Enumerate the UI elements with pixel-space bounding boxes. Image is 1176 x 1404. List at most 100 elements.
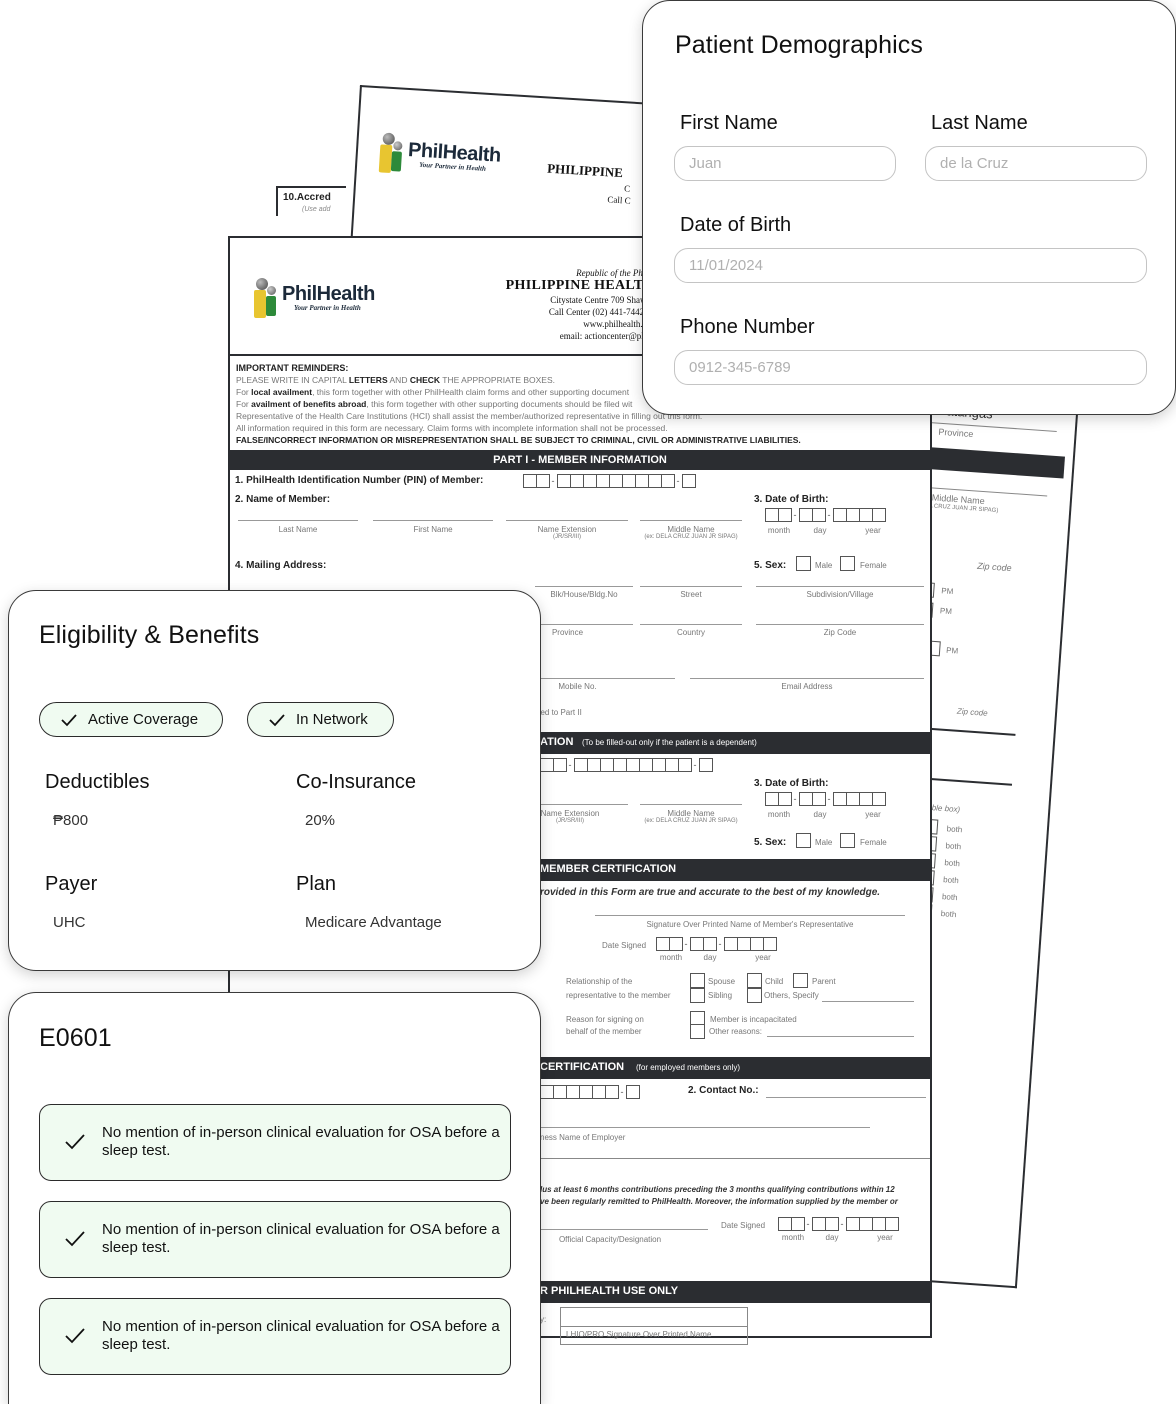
female-checkbox[interactable]: [840, 833, 855, 848]
form-digit-box[interactable]: [639, 758, 653, 772]
form-digit-box[interactable]: [846, 792, 860, 806]
male-checkbox[interactable]: [796, 833, 811, 848]
form-digit-box[interactable]: [833, 508, 847, 522]
dob-boxes[interactable]: --: [765, 792, 886, 806]
caption-year: year: [865, 810, 881, 819]
male-checkbox[interactable]: [796, 556, 811, 571]
form-digit-box[interactable]: [540, 758, 554, 772]
form-digit-box[interactable]: [846, 1217, 860, 1231]
last-name-input[interactable]: [925, 146, 1147, 181]
dob-boxes[interactable]: --: [765, 508, 886, 522]
form-digit-box[interactable]: [583, 474, 597, 488]
spouse-checkbox[interactable]: [690, 973, 705, 988]
form-digit-box[interactable]: [592, 1085, 606, 1099]
form-digit-box[interactable]: [778, 792, 792, 806]
other-reasons-checkbox[interactable]: [690, 1024, 705, 1039]
child-checkbox[interactable]: [747, 973, 762, 988]
form-digit-box[interactable]: [682, 474, 696, 488]
form-digit-box[interactable]: [765, 508, 779, 522]
form-digit-box[interactable]: [812, 1217, 826, 1231]
finding-text: No mention of in-person clinical evaluat…: [102, 1318, 500, 1353]
form-digit-box[interactable]: [523, 474, 537, 488]
coinsurance-value: 20%: [305, 812, 336, 829]
form-digit-box[interactable]: [799, 792, 813, 806]
lhio-signature-box[interactable]: LHIO/PRO Signature Over Printed Name: [560, 1307, 748, 1345]
form-digit-box[interactable]: [566, 1085, 580, 1099]
form-digit-box[interactable]: [859, 792, 873, 806]
form-digit-box[interactable]: [626, 758, 640, 772]
finding-text: No mention of in-person clinical evaluat…: [102, 1221, 500, 1256]
form-digit-box[interactable]: [540, 1085, 554, 1099]
form-digit-box[interactable]: [763, 937, 777, 951]
form-digit-box[interactable]: [626, 1085, 640, 1099]
form-digit-box[interactable]: [778, 1217, 792, 1231]
form-digit-box[interactable]: [812, 508, 826, 522]
sibling-label: Sibling: [708, 991, 733, 1000]
parent-checkbox[interactable]: [793, 973, 808, 988]
employer-certification-text: ve been regularly remitted to PhilHealth…: [540, 1197, 898, 1206]
form-digit-box[interactable]: [652, 758, 666, 772]
form-digit-box[interactable]: [600, 758, 614, 772]
form-digit-box[interactable]: [812, 792, 826, 806]
form-digit-box[interactable]: [859, 508, 873, 522]
form-digit-box[interactable]: [778, 508, 792, 522]
pin-boxes[interactable]: --: [523, 474, 696, 488]
form-digit-box[interactable]: [587, 758, 601, 772]
form-digit-box[interactable]: [596, 474, 610, 488]
form-digit-box[interactable]: [690, 937, 704, 951]
form-digit-box[interactable]: [609, 474, 623, 488]
form-digit-box[interactable]: [791, 1217, 805, 1231]
philhealth-logo-icon: [378, 132, 405, 174]
female-checkbox[interactable]: [840, 556, 855, 571]
form-digit-box[interactable]: [699, 758, 713, 772]
form-digit-box[interactable]: [648, 474, 662, 488]
dob-label: 3. Date of Birth:: [754, 494, 829, 505]
form-digit-box[interactable]: [799, 508, 813, 522]
form-digit-box[interactable]: [536, 474, 550, 488]
form-digit-box[interactable]: [872, 792, 886, 806]
dash-separator: -: [568, 760, 572, 770]
form-digit-box[interactable]: [833, 792, 847, 806]
form-digit-box[interactable]: [885, 1217, 899, 1231]
form-digit-box[interactable]: [724, 937, 738, 951]
spouse-label: Spouse: [708, 977, 736, 986]
female-label: Female: [860, 838, 887, 847]
first-name-input[interactable]: [674, 146, 896, 181]
dob-input[interactable]: [674, 248, 1147, 283]
form-digit-box[interactable]: [557, 474, 571, 488]
form-digit-box[interactable]: [656, 937, 670, 951]
form-digit-box[interactable]: [872, 1217, 886, 1231]
form-digit-box[interactable]: [669, 937, 683, 951]
form-digit-box[interactable]: [765, 792, 779, 806]
form-digit-box[interactable]: [570, 474, 584, 488]
form-digit-box[interactable]: [872, 508, 886, 522]
phone-input[interactable]: [674, 350, 1147, 385]
form-digit-box[interactable]: [574, 758, 588, 772]
check-icon: [65, 1328, 85, 1344]
form-digit-box[interactable]: [613, 758, 627, 772]
others-checkbox[interactable]: [747, 988, 762, 1003]
form-digit-box[interactable]: [678, 758, 692, 772]
form-digit-box[interactable]: [703, 937, 717, 951]
form-digit-box[interactable]: [846, 508, 860, 522]
employer-caption: ness Name of Employer: [540, 1133, 626, 1142]
sibling-checkbox[interactable]: [690, 988, 705, 1003]
employer-pin-boxes[interactable]: -: [540, 1085, 640, 1099]
agency-name: PHILIPPINE: [546, 160, 624, 181]
form-digit-box[interactable]: [553, 758, 567, 772]
form-digit-box[interactable]: [665, 758, 679, 772]
form-digit-box[interactable]: [553, 1085, 567, 1099]
date-signed-boxes[interactable]: --: [778, 1217, 899, 1231]
form-digit-box[interactable]: [737, 937, 751, 951]
form-digit-box[interactable]: [605, 1085, 619, 1099]
form-digit-box[interactable]: [622, 474, 636, 488]
caption-year: year: [755, 953, 771, 962]
date-signed-boxes[interactable]: --: [656, 937, 777, 951]
form-digit-box[interactable]: [750, 937, 764, 951]
form-digit-box[interactable]: [859, 1217, 873, 1231]
form-digit-box[interactable]: [661, 474, 675, 488]
dependent-pin-boxes[interactable]: --: [540, 758, 713, 772]
form-digit-box[interactable]: [579, 1085, 593, 1099]
form-digit-box[interactable]: [635, 474, 649, 488]
form-digit-box[interactable]: [825, 1217, 839, 1231]
